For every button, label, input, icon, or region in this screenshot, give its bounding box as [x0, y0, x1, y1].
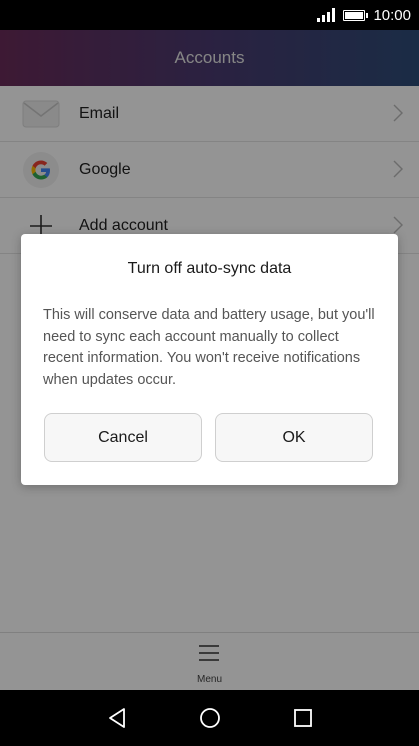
dialog-message: This will conserve data and battery usag… [43, 307, 375, 388]
signal-icon [317, 8, 336, 22]
status-time: 10:00 [373, 6, 411, 24]
auto-sync-dialog: Turn off auto-sync data This will conser… [21, 234, 398, 485]
status-icons: 10:00 [317, 0, 411, 30]
ok-button[interactable]: OK [215, 413, 373, 462]
back-icon[interactable] [105, 706, 129, 730]
battery-icon [343, 9, 369, 21]
dialog-title: Turn off auto-sync data [127, 260, 292, 277]
recents-icon[interactable] [291, 706, 315, 730]
navigation-bar [0, 690, 419, 746]
status-bar: 10:00 [0, 0, 419, 30]
home-icon[interactable] [198, 706, 222, 730]
cancel-button[interactable]: Cancel [44, 413, 202, 462]
